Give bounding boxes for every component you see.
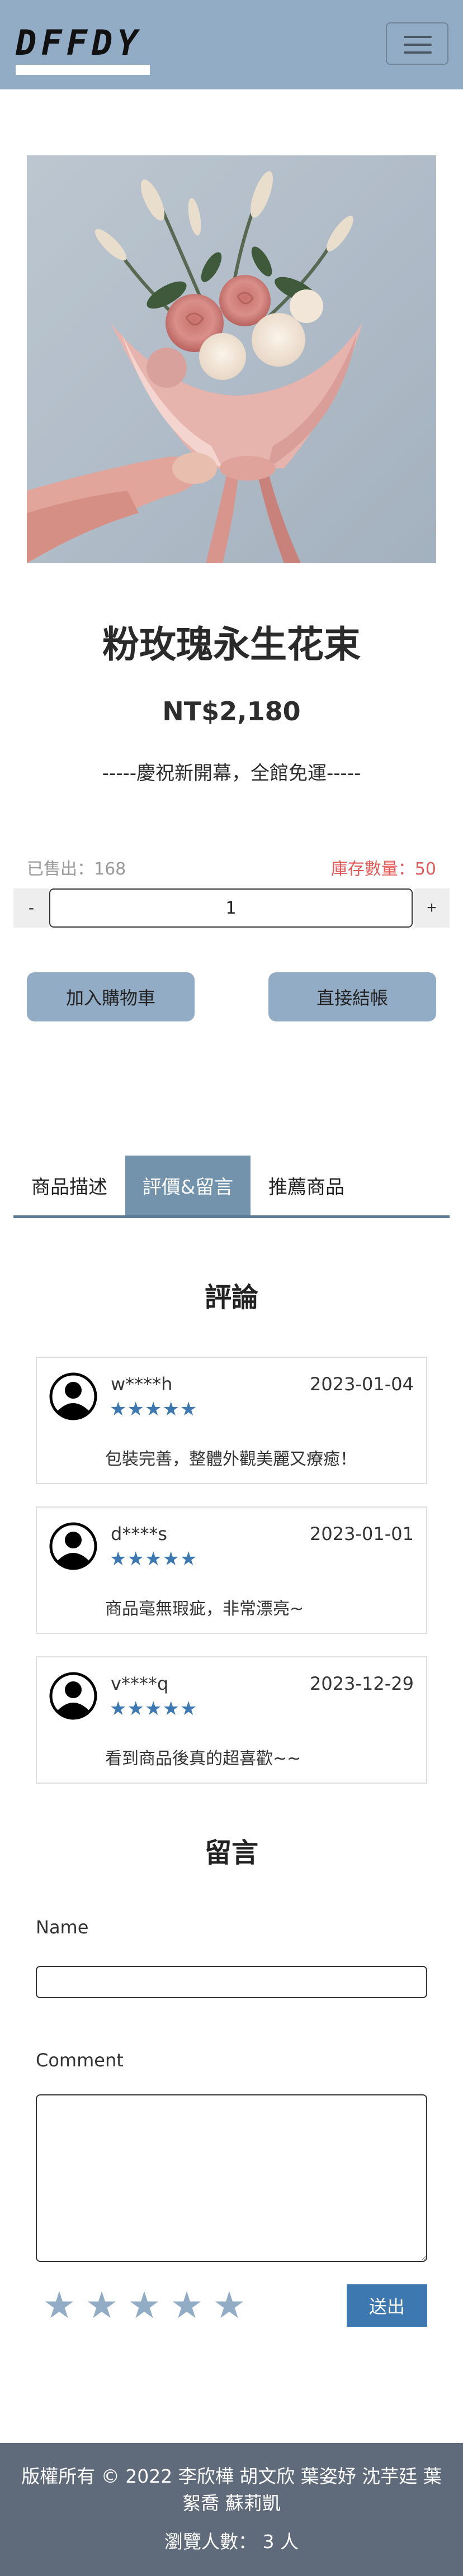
visitor-count: 瀏覽人數： 3 人 <box>164 2531 299 2553</box>
tab-description[interactable]: 商品描述 <box>13 1156 125 1215</box>
product-price: NT$2,180 <box>162 696 301 726</box>
promo-text: -----慶祝新開幕，全館免運----- <box>102 762 361 785</box>
quantity-input[interactable] <box>49 888 413 928</box>
tab-recommended[interactable]: 推薦商品 <box>251 1156 362 1215</box>
review-text: 包裝完善，整體外觀美麗又療癒！ <box>105 1449 357 1469</box>
rating-star-2-icon[interactable]: ★ <box>81 2284 123 2327</box>
reviews-heading: 評論 <box>204 1282 258 1313</box>
brand-logo[interactable]: DFFDY <box>16 26 150 75</box>
rating-star-5-icon[interactable]: ★ <box>208 2284 251 2327</box>
navbar: DFFDY <box>0 0 463 89</box>
review-date: 2023-12-29 <box>310 1673 414 1694</box>
hamburger-icon <box>404 36 432 38</box>
quantity-decrease-button[interactable]: - <box>13 888 49 928</box>
product-image <box>27 155 436 563</box>
user-avatar-icon <box>49 1522 97 1570</box>
review-card: w****h 2023-01-04 ★★★★★ 包裝完善，整體外觀美麗又療癒！ <box>36 1357 427 1484</box>
reviewer-name: w****h <box>111 1373 173 1395</box>
rating-stars: ★ ★ ★ ★ ★ <box>38 2284 251 2327</box>
logo-text: DFFDY <box>16 22 143 63</box>
product-title: 粉玫瑰永生花束 <box>102 623 361 666</box>
review-card: v****q 2023-12-29 ★★★★★ 看到商品後真的超喜歡~~ <box>36 1656 427 1784</box>
review-stars: ★★★★★ <box>110 1548 198 1570</box>
rating-star-1-icon[interactable]: ★ <box>38 2284 81 2327</box>
comment-label: Comment <box>36 2050 124 2071</box>
bouquet-illustration <box>27 155 436 563</box>
user-avatar-icon <box>49 1372 97 1420</box>
copyright-text: 版權所有 © 2022 李欣樺 胡文欣 葉姿妤 沈芋廷 葉絮喬 蘇莉凱 <box>21 2465 442 2514</box>
review-stars: ★★★★★ <box>110 1698 198 1720</box>
rating-star-4-icon[interactable]: ★ <box>166 2284 208 2327</box>
checkout-button[interactable]: 直接結帳 <box>268 972 436 1021</box>
sold-count: 已售出：168 <box>27 859 126 879</box>
user-avatar-icon <box>49 1672 97 1720</box>
review-card: d****s 2023-01-01 ★★★★★ 商品毫無瑕疵，非常漂亮~ <box>36 1506 427 1634</box>
add-to-cart-button[interactable]: 加入購物車 <box>27 972 195 1021</box>
comment-textarea[interactable] <box>36 2094 427 2262</box>
review-date: 2023-01-04 <box>310 1373 414 1395</box>
reviewer-name: d****s <box>111 1523 167 1544</box>
footer: 版權所有 © 2022 李欣樺 胡文欣 葉姿妤 沈芋廷 葉絮喬 蘇莉凱 瀏覽人數… <box>0 2443 463 2576</box>
product-tabs: 商品描述 評價&留言 推薦商品 <box>13 1156 450 1218</box>
menu-toggle-button[interactable] <box>386 22 448 65</box>
quantity-increase-button[interactable]: + <box>414 888 450 928</box>
reviewer-name: v****q <box>111 1673 169 1694</box>
review-stars: ★★★★★ <box>110 1398 198 1420</box>
tab-reviews[interactable]: 評價&留言 <box>125 1156 251 1215</box>
review-date: 2023-01-01 <box>310 1523 414 1544</box>
review-text: 看到商品後真的超喜歡~~ <box>105 1749 301 1769</box>
comments-heading: 留言 <box>204 1837 258 1869</box>
name-input[interactable] <box>36 1966 427 1998</box>
stock-count: 庫存數量：50 <box>330 859 436 879</box>
review-text: 商品毫無瑕疵，非常漂亮~ <box>105 1599 304 1619</box>
logo-underline <box>16 65 150 75</box>
name-label: Name <box>36 1917 89 1938</box>
rating-star-3-icon[interactable]: ★ <box>123 2284 166 2327</box>
submit-button[interactable]: 送出 <box>347 2284 427 2327</box>
